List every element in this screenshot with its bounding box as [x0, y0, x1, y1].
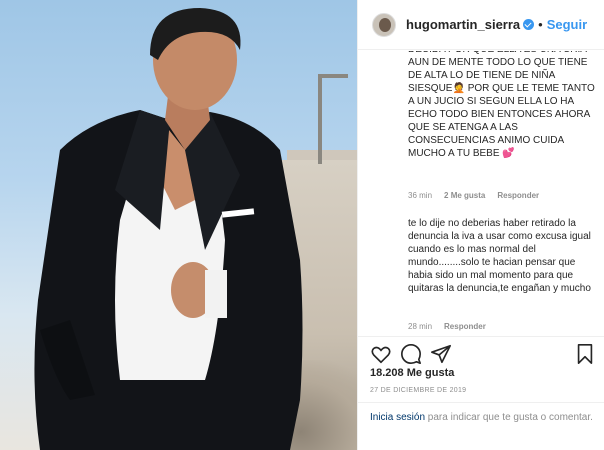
bookmark-icon[interactable] — [574, 343, 596, 365]
comment-text: DECIDA POR QUE ELLA ES UNA CRIA AUN DE M… — [408, 51, 595, 159]
follow-button[interactable]: Seguir — [547, 17, 587, 32]
post-sidebar: hugomartin_sierra • Seguir DECIDA POR QU… — [357, 0, 604, 450]
post-photo[interactable] — [0, 0, 357, 450]
comment-time[interactable]: 36 min — [408, 191, 432, 200]
login-link[interactable]: Inicia sesión — [370, 412, 425, 423]
comment-text: te lo dije no deberias haber retirado la… — [408, 218, 591, 294]
login-prompt-text: para indicar que te gusta o comentar. — [425, 412, 593, 423]
comments-list[interactable]: DECIDA POR QUE ELLA ES UNA CRIA AUN DE M… — [358, 51, 604, 335]
share-icon[interactable] — [430, 343, 452, 365]
comment-time[interactable]: 28 min — [408, 322, 432, 331]
avatar[interactable] — [372, 12, 396, 37]
separator-dot: • — [538, 17, 543, 32]
action-icons — [370, 343, 596, 367]
person-figure — [34, 8, 303, 450]
login-prompt: Inicia sesión para indicar que te gusta … — [358, 402, 604, 450]
heart-icon[interactable] — [370, 343, 392, 365]
comment-icon[interactable] — [400, 343, 422, 365]
comment-meta: 28 min Responder — [408, 322, 486, 331]
post-header: hugomartin_sierra • Seguir — [358, 0, 604, 50]
comment-likes[interactable]: 2 Me gusta — [444, 191, 485, 200]
reply-button[interactable]: Responder — [444, 322, 486, 331]
likes-count[interactable]: 18.208 Me gusta — [370, 367, 454, 379]
verified-badge-icon — [523, 19, 535, 30]
reply-button[interactable]: Responder — [497, 191, 539, 200]
post-date: 27 DE DICIEMBRE DE 2019 — [370, 387, 467, 394]
username-link[interactable]: hugomartin_sierra — [406, 17, 520, 32]
comment-meta: 36 min 2 Me gusta Responder — [408, 191, 539, 200]
